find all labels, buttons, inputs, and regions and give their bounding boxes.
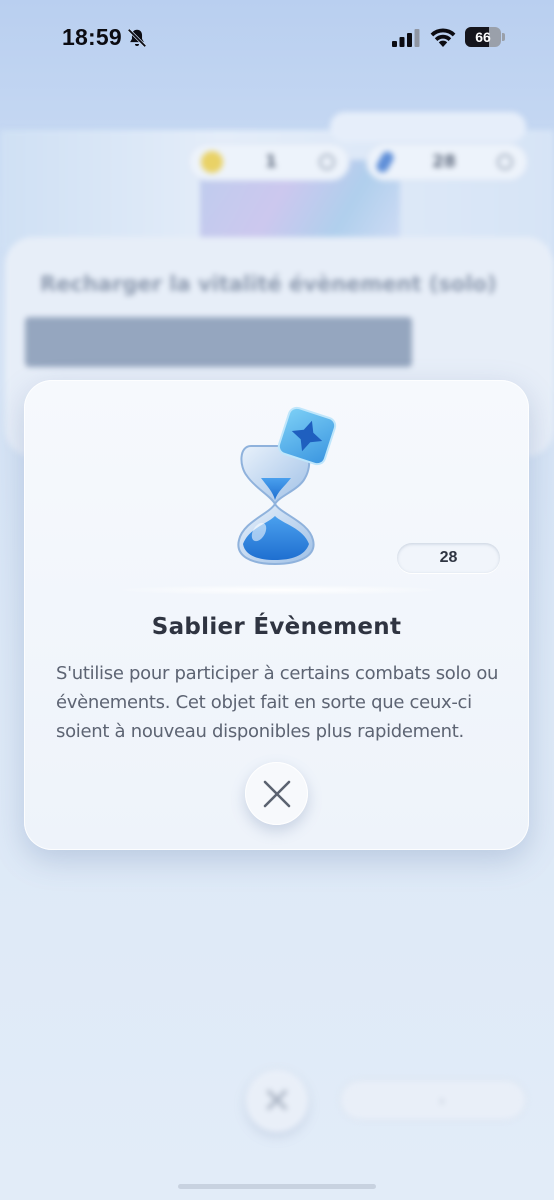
currency-right-value: 28 xyxy=(432,152,456,172)
background-close-button: ✕ xyxy=(246,1070,308,1132)
chevron-right-icon: › xyxy=(438,1090,446,1110)
close-button[interactable] xyxy=(245,762,308,825)
bell-slash-icon xyxy=(127,28,147,48)
battery-nub xyxy=(502,33,505,41)
wifi-icon xyxy=(430,28,456,47)
close-icon: ✕ xyxy=(261,1080,293,1122)
search-icon xyxy=(497,154,513,170)
item-description: S'utilise pour participer à certains com… xyxy=(56,663,499,742)
battery-body: 66 xyxy=(465,27,501,47)
background-manual-button: › xyxy=(340,1080,526,1120)
battery-percent: 66 xyxy=(475,29,491,45)
signal-icon xyxy=(392,29,420,47)
item-count: 28 xyxy=(397,543,500,573)
item-glow xyxy=(114,585,444,595)
currency-pill-right: 28 xyxy=(366,143,528,181)
hourglass-icon xyxy=(237,406,337,566)
status-bar: 18:59 66 xyxy=(0,0,554,76)
item-title: Sablier Évènement xyxy=(151,614,402,640)
background-panel-title: Recharger la vitalité évènement (solo) xyxy=(40,272,497,296)
currency-left-value: 1 xyxy=(265,152,277,172)
search-icon xyxy=(319,154,335,170)
home-indicator[interactable] xyxy=(178,1184,376,1189)
close-icon xyxy=(263,780,290,807)
background-pill-slot xyxy=(330,112,526,142)
status-time: 18:59 xyxy=(62,24,122,50)
coin-icon xyxy=(201,151,223,173)
background-panel-bar xyxy=(25,317,412,367)
item-detail-modal: 28 Sablier Évènement S'utilise pour part… xyxy=(24,380,529,850)
battery-icon: 66 xyxy=(465,27,505,47)
currency-pill-left: 1 xyxy=(188,143,350,181)
